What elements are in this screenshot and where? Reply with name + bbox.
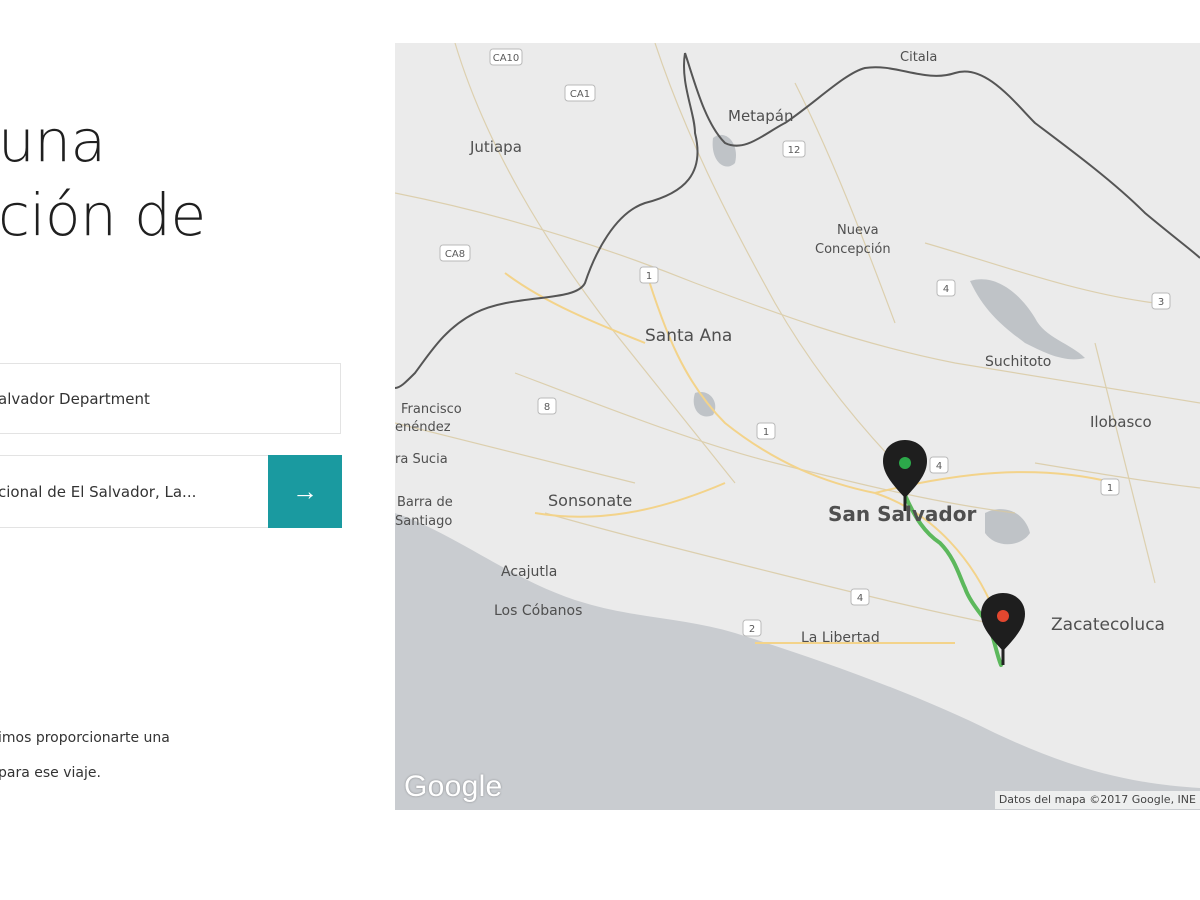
map-label-ilobasco: Ilobasco	[1090, 413, 1152, 431]
svg-text:1: 1	[1107, 483, 1113, 494]
map-label-la-libertad: La Libertad	[801, 630, 880, 646]
shield-12: 12	[782, 140, 806, 158]
route-map[interactable]: CA10 CA1 CA8 12 1 4 3 8 1 4 1 4 2 Citala…	[395, 43, 1200, 810]
map-label-zacatecoluca: Zacatecoluca	[1051, 615, 1165, 635]
svg-text:4: 4	[857, 593, 863, 604]
arrow-right-icon: →	[292, 476, 318, 506]
svg-text:CA10: CA10	[493, 53, 520, 64]
svg-text:3: 3	[1158, 297, 1164, 308]
shield-ca1: CA1	[564, 84, 596, 102]
shield-8: 8	[537, 397, 557, 415]
map-label-suchitoto: Suchitoto	[985, 354, 1051, 370]
map-label-santa-ana: Santa Ana	[645, 326, 732, 346]
map-label-metapan: Metapán	[728, 107, 793, 125]
destination-input[interactable]: cional de El Salvador, La...	[0, 455, 269, 528]
map-label-francisco: Francisco	[401, 402, 462, 417]
map-attribution[interactable]: Datos del mapa ©2017 Google, INE	[994, 791, 1200, 809]
map-label-menendez: enéndez	[395, 420, 451, 435]
page-title-line-2: ción de	[0, 181, 206, 249]
info-text-line-2: para ese viaje.	[0, 765, 101, 781]
google-logo: Google	[404, 770, 503, 803]
map-label-nueva: Nueva	[837, 223, 879, 238]
svg-text:CA1: CA1	[570, 89, 590, 100]
shield-2: 2	[742, 619, 762, 637]
pickup-location-input[interactable]: alvador Department	[0, 363, 341, 434]
map-label-ra-sucia: ra Sucia	[395, 452, 448, 467]
map-label-jutiapa: Jutiapa	[469, 138, 522, 156]
map-label-concepcion: Concepción	[815, 242, 891, 257]
shield-4b: 4	[929, 456, 949, 474]
map-canvas[interactable]: CA10 CA1 CA8 12 1 4 3 8 1 4 1 4 2 Citala…	[395, 43, 1200, 810]
map-label-sonsonate: Sonsonate	[548, 491, 632, 510]
shield-1a: 1	[639, 266, 659, 284]
submit-route-button[interactable]: →	[268, 455, 342, 528]
shield-3: 3	[1151, 292, 1171, 310]
shield-4c: 4	[850, 588, 870, 606]
svg-text:1: 1	[646, 271, 652, 282]
shield-4a: 4	[936, 279, 956, 297]
svg-text:4: 4	[936, 461, 942, 472]
map-label-los-cobanos: Los Cóbanos	[494, 603, 582, 619]
destination-value: cional de El Salvador, La...	[0, 482, 197, 501]
map-label-san-salvador: San Salvador	[828, 502, 976, 526]
map-label-citala: Citala	[900, 50, 937, 65]
shield-1b: 1	[756, 422, 776, 440]
svg-text:12: 12	[788, 145, 801, 156]
shield-ca10: CA10	[489, 48, 523, 66]
svg-text:CA8: CA8	[445, 249, 465, 260]
page-title-line-1: una	[0, 107, 106, 175]
info-text-line-1: imos proporcionarte una	[0, 730, 170, 746]
shield-1c: 1	[1100, 478, 1120, 496]
svg-text:1: 1	[763, 427, 769, 438]
trip-form-panel: una ción de alvador Department cional de…	[0, 0, 390, 900]
shield-ca8: CA8	[439, 244, 471, 262]
svg-text:2: 2	[749, 624, 755, 635]
pickup-location-value: alvador Department	[0, 389, 150, 408]
map-label-santiago: Santiago	[395, 514, 452, 529]
map-label-acajutla: Acajutla	[501, 564, 557, 580]
svg-text:8: 8	[544, 402, 550, 413]
svg-text:4: 4	[943, 284, 949, 295]
map-label-barra-de: Barra de	[397, 495, 453, 510]
